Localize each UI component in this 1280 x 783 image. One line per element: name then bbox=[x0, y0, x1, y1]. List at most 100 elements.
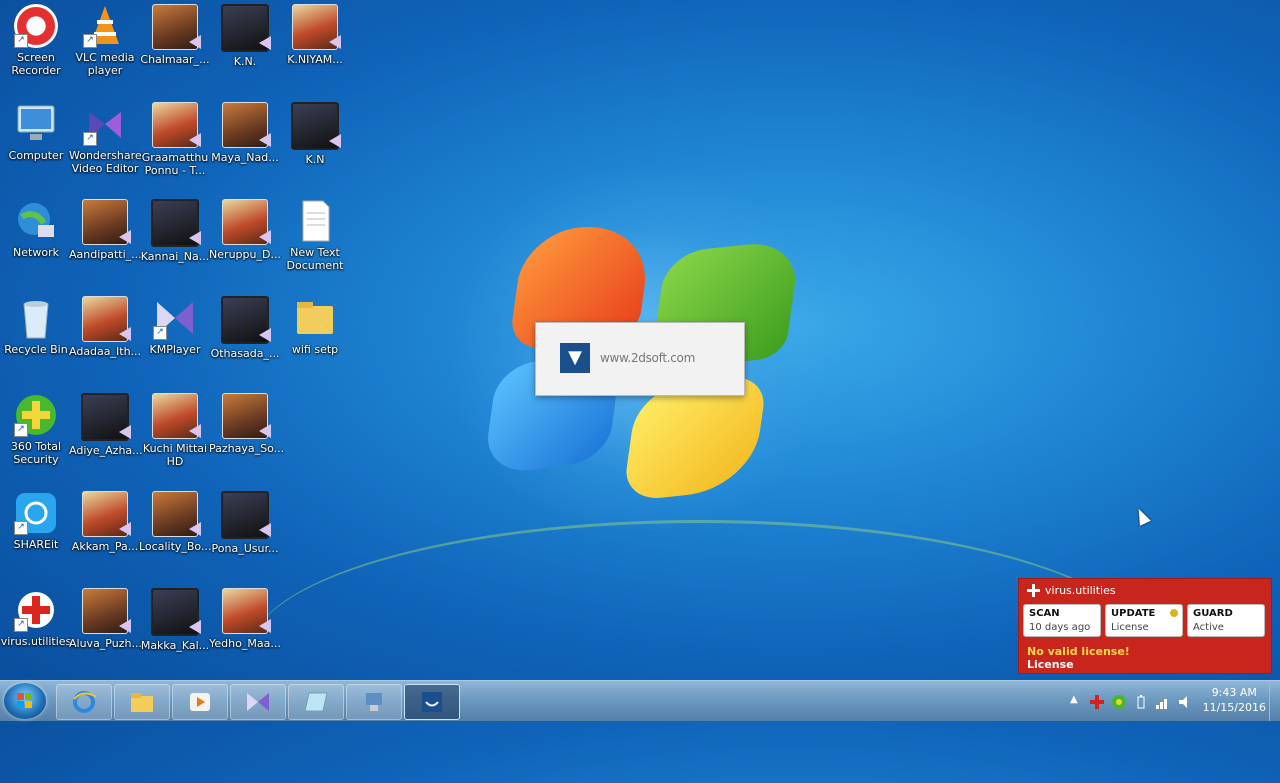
desktop-icon[interactable]: ↗ 360 Total Security bbox=[0, 393, 72, 466]
desktop-icon[interactable]: Adadaa_Ith... bbox=[69, 296, 141, 358]
virus-utilities-tray-icon[interactable] bbox=[1090, 694, 1104, 709]
windows-start-icon bbox=[17, 693, 33, 709]
taskbar-button[interactable] bbox=[172, 684, 228, 720]
video-thumbnail-icon bbox=[222, 588, 271, 634]
license-link[interactable]: License bbox=[1027, 658, 1074, 671]
update-button-title: UPDATE bbox=[1111, 608, 1156, 619]
shareit-icon: ↗ bbox=[14, 491, 58, 535]
desktop-icon[interactable]: K.NIYAM... bbox=[279, 4, 351, 66]
video-thumbnail-icon bbox=[221, 4, 271, 52]
installer-taskbar-icon bbox=[420, 691, 444, 713]
desktop-icon-label: New Text Document bbox=[286, 246, 344, 272]
scan-button-title: SCAN bbox=[1029, 608, 1060, 619]
desktop-icon[interactable]: ↗ KMPlayer bbox=[139, 296, 211, 356]
desktop-icon[interactable]: Graamatthu Ponnu - T... bbox=[139, 102, 211, 177]
shortcut-arrow-icon: ↗ bbox=[83, 34, 97, 48]
desktop-icon[interactable]: ↗ Wondershare Video Editor bbox=[69, 102, 142, 175]
desktop-icon-label: 360 Total Security bbox=[10, 440, 62, 466]
desktop-icon[interactable]: Yedho_Maa... bbox=[209, 588, 281, 650]
desktop-icon[interactable]: Makka_Kal... bbox=[139, 588, 211, 652]
kmplayer-icon: ↗ bbox=[153, 296, 197, 340]
desktop-icon-label: K.N bbox=[305, 153, 325, 166]
show-desktop-button[interactable] bbox=[1269, 681, 1280, 721]
desktop-icon-label: Aluva_Puzh... bbox=[69, 637, 142, 650]
desktop-icon[interactable]: ↗ virus.utilities bbox=[0, 588, 72, 648]
desktop-icon-label: Kannai_Na... bbox=[140, 250, 210, 263]
video-thumbnail-icon bbox=[151, 588, 201, 636]
desktop-icon[interactable]: Pazhaya_So... bbox=[209, 393, 284, 455]
update-button[interactable]: UPDATE License bbox=[1105, 604, 1183, 637]
desktop-icon-label: virus.utilities bbox=[0, 635, 72, 648]
show-hidden-icons-chevron-icon[interactable]: ▲ bbox=[1070, 694, 1084, 708]
network-icon bbox=[14, 199, 58, 243]
video-thumbnail-icon bbox=[291, 102, 341, 150]
desktop-icon[interactable]: ↗ VLC media player bbox=[69, 4, 141, 77]
desktop-icon[interactable]: Chalmaar_... bbox=[139, 4, 211, 66]
video-thumbnail-icon bbox=[152, 491, 201, 537]
taskbar-button[interactable] bbox=[230, 684, 286, 720]
desktop-icon[interactable]: Adiye_Azha... bbox=[69, 393, 143, 457]
taskbar-button[interactable] bbox=[404, 684, 460, 720]
update-status-dot-icon bbox=[1170, 609, 1178, 617]
taskbar-button[interactable] bbox=[346, 684, 402, 720]
taskbar-button[interactable] bbox=[56, 684, 112, 720]
desktop-icon[interactable]: Kuchi Mittai HD bbox=[139, 393, 211, 468]
desktop-icon[interactable]: Neruppu_D... bbox=[209, 199, 281, 261]
desktop-icon-label: Chalmaar_... bbox=[140, 53, 210, 66]
desktop-icon[interactable]: Computer bbox=[0, 102, 72, 162]
battery-icon[interactable] bbox=[1134, 694, 1148, 709]
video-thumbnail-icon bbox=[152, 393, 201, 439]
guard-button-subtitle: Active bbox=[1193, 622, 1224, 633]
shortcut-arrow-icon: ↗ bbox=[14, 618, 28, 632]
desktop-icon[interactable]: wifi setp bbox=[279, 296, 351, 356]
desktop-icon[interactable]: Recycle Bin bbox=[0, 296, 72, 356]
desktop-icon[interactable]: Locality_Bo... bbox=[139, 491, 211, 553]
desktop-icon[interactable]: K.N bbox=[279, 102, 351, 166]
clock-date: 11/15/2016 bbox=[1202, 701, 1266, 714]
vlc-icon: ↗ bbox=[83, 4, 127, 48]
taskbar-button[interactable] bbox=[114, 684, 170, 720]
system-tray: ▲ 9:43 AM 11/15/2016 bbox=[1060, 681, 1280, 721]
desktop-icon[interactable]: ↗ SHAREit bbox=[0, 491, 72, 551]
desktop-icon[interactable]: Aandipatti_... bbox=[69, 199, 142, 261]
scan-button-subtitle: 10 days ago bbox=[1029, 622, 1091, 633]
video-thumbnail-icon bbox=[292, 4, 341, 50]
scan-button[interactable]: SCAN 10 days ago bbox=[1023, 604, 1101, 637]
desktop-icon-label: Yedho_Maa... bbox=[209, 637, 281, 650]
desktop-icon[interactable]: Kannai_Na... bbox=[139, 199, 211, 263]
desktop-icon[interactable]: New Text Document bbox=[279, 199, 351, 272]
desktop-icon-label: Adadaa_Ith... bbox=[69, 345, 142, 358]
desktop-icon-label: SHAREit bbox=[13, 538, 59, 551]
video-thumbnail-icon bbox=[152, 102, 201, 148]
taskbar-clock[interactable]: 9:43 AM 11/15/2016 bbox=[1203, 685, 1266, 715]
guard-button[interactable]: GUARD Active bbox=[1187, 604, 1265, 637]
network-signal-icon[interactable] bbox=[1156, 694, 1170, 709]
installer-popup[interactable]: ▼ www.2dsoft.com bbox=[535, 322, 745, 396]
desktop-icon[interactable]: ↗ Screen Recorder bbox=[0, 4, 72, 77]
desktop-icon[interactable]: Maya_Nad... bbox=[209, 102, 281, 164]
red-cross-icon bbox=[1027, 584, 1040, 597]
shortcut-arrow-icon: ↗ bbox=[14, 423, 28, 437]
volume-icon[interactable] bbox=[1178, 694, 1192, 708]
desktop-icon[interactable]: Othasada_... bbox=[209, 296, 281, 360]
kmplayer-taskbar-icon bbox=[246, 691, 270, 713]
desktop-icon[interactable]: K.N. bbox=[209, 4, 281, 68]
desktop-icon-label: Adiye_Azha... bbox=[69, 444, 143, 457]
desktop-icon[interactable]: Aluva_Puzh... bbox=[69, 588, 142, 650]
security-360-tray-icon[interactable] bbox=[1112, 694, 1126, 709]
desktop-icon-label: K.N. bbox=[233, 55, 257, 68]
wallpaper-streak bbox=[250, 520, 1150, 783]
desktop-icon-label: Screen Recorder bbox=[11, 51, 61, 77]
video-thumbnail-icon bbox=[82, 296, 131, 342]
notepad-icon bbox=[304, 691, 328, 713]
text-document-icon bbox=[293, 199, 337, 243]
video-thumbnail-icon bbox=[221, 491, 271, 539]
desktop-icon[interactable]: Network bbox=[0, 199, 72, 259]
desktop-icon-label: Neruppu_D... bbox=[209, 248, 281, 261]
mouse-cursor-icon bbox=[1133, 506, 1151, 526]
start-button[interactable] bbox=[4, 683, 46, 719]
network-setup-icon bbox=[362, 691, 386, 713]
desktop-icon[interactable]: Pona_Usur... bbox=[209, 491, 281, 555]
taskbar-button[interactable] bbox=[288, 684, 344, 720]
desktop-icon[interactable]: Akkam_Pa... bbox=[69, 491, 141, 553]
